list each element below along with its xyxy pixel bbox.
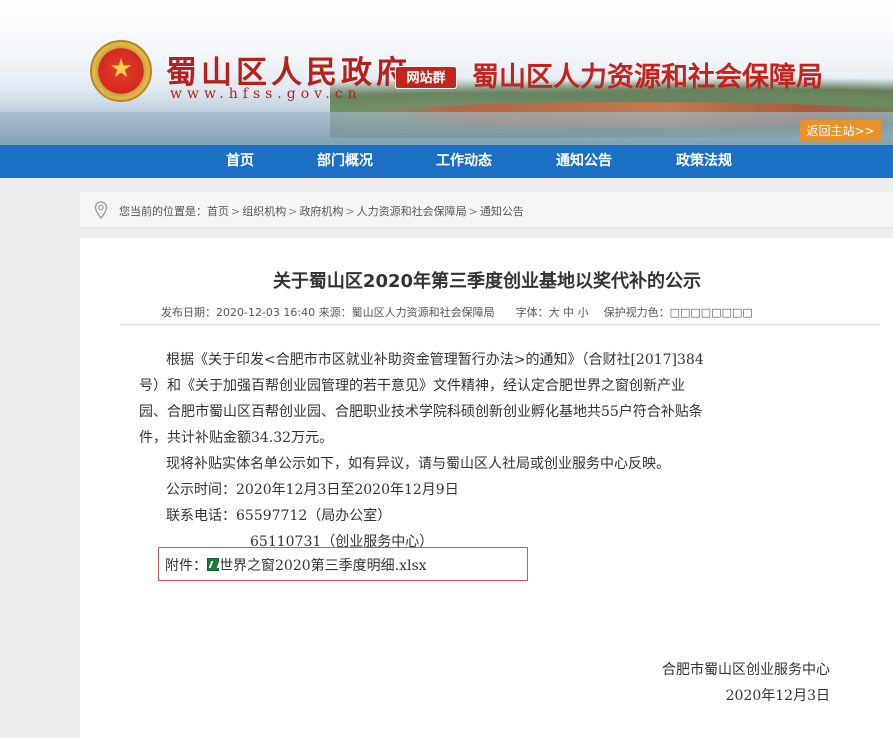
font-size-large-button[interactable]: 大 xyxy=(549,306,560,319)
nav-item-work-updates[interactable]: 工作动态 xyxy=(424,145,504,178)
source-value: 蜀山区人力资源和社会保障局 xyxy=(351,306,495,319)
breadcrumb-gov-agencies[interactable]: 政府机构 xyxy=(299,205,343,218)
breadcrumb-separator: > xyxy=(468,205,478,218)
signature-date: 2020年12月3日 xyxy=(725,688,830,704)
paragraph-line: 件，共计补贴金额34.32万元。 xyxy=(139,430,334,446)
location-pin-icon xyxy=(94,201,108,219)
nav-item-home[interactable]: 首页 xyxy=(209,145,271,178)
article-title: 关于蜀山区2020年第三季度创业基地以奖代补的公示 xyxy=(272,271,702,292)
signature-org: 合肥市蜀山区创业服务中心 xyxy=(662,662,830,678)
contact-phone-office: 联系电话：65597712（局办公室） xyxy=(166,508,392,524)
breadcrumb-hr-bureau[interactable]: 人力资源和社会保障局 xyxy=(357,205,467,218)
national-emblem-icon: ★ xyxy=(90,40,152,102)
back-to-main-site-button[interactable]: 返回主站>> xyxy=(800,120,881,142)
main-nav: 首页 部门概况 工作动态 通知公告 政策法规 xyxy=(0,145,893,178)
paragraph-line: 根据《关于印发<合肥市市区就业补助资金管理暂行办法>的通知》（合财社[2017]… xyxy=(166,352,704,368)
paragraph-line: 现将补贴实体名单公示如下，如有异议，请与蜀山区人社局或创业服务中心反映。 xyxy=(166,456,670,472)
breadcrumb-separator: > xyxy=(288,205,298,218)
font-size-small-button[interactable]: 小 xyxy=(578,306,589,319)
bureau-title: 蜀山区人力资源和社会保障局 xyxy=(472,62,823,93)
font-size-label: 字体： xyxy=(515,306,549,319)
article-panel: 关于蜀山区2020年第三季度创业基地以奖代补的公示 发布日期：2020-12-0… xyxy=(80,238,893,738)
publicity-period: 公示时间：2020年12月3日至2020年12月9日 xyxy=(166,482,459,498)
attachment-highlight: 附件： 世界之窗2020第三季度明细.xlsx xyxy=(158,547,528,581)
gov-site-url: www.hfss.gov.cn xyxy=(170,86,362,102)
source-label: 来源： xyxy=(318,306,352,319)
publish-date: 2020-12-03 16:40 xyxy=(216,306,316,319)
nav-item-notices[interactable]: 通知公告 xyxy=(544,145,624,178)
breadcrumb-separator: > xyxy=(345,205,355,218)
eye-protection-label: 保护视力色： xyxy=(603,306,670,319)
breadcrumb-notices[interactable]: 通知公告 xyxy=(480,205,524,218)
nav-item-policies[interactable]: 政策法规 xyxy=(664,145,744,178)
divider xyxy=(120,324,880,325)
excel-file-icon xyxy=(207,558,219,571)
paragraph-line: 号）和《关于加强百帮创业园管理的若干意见》文件精神，经认定合肥世界之窗创新产业 xyxy=(139,378,685,394)
breadcrumb-home[interactable]: 首页 xyxy=(207,205,229,218)
breadcrumb-organization[interactable]: 组织机构 xyxy=(242,205,286,218)
attachment-file-link[interactable]: 世界之窗2020第三季度明细.xlsx xyxy=(219,558,427,574)
publish-date-label: 发布日期： xyxy=(161,306,216,319)
banner-water xyxy=(0,112,893,145)
signature-block: 合肥市蜀山区创业服务中心 2020年12月3日 xyxy=(570,657,830,709)
paragraph-line: 园、合肥市蜀山区百帮创业园、合肥职业技术学院科硕创新创业孵化基地共55户符合补贴… xyxy=(139,404,703,420)
breadcrumb-separator: > xyxy=(231,205,241,218)
header-banner: ★ 蜀山区人民政府 www.hfss.gov.cn 网站群 蜀山区人力资源和社会… xyxy=(0,0,893,145)
font-size-medium-button[interactable]: 中 xyxy=(563,306,574,319)
breadcrumb-prefix: 您当前的位置是： xyxy=(119,205,207,218)
breadcrumb: 您当前的位置是：首页 > 组织机构 > 政府机构 > 人力资源和社会保障局 > 通知公告 xyxy=(80,192,893,228)
attachment-label: 附件： xyxy=(165,558,207,574)
article-meta: 发布日期：2020-12-03 16:40 来源：蜀山区人力资源和社会保障局 字… xyxy=(161,304,753,320)
eye-protection-color-swatches[interactable]: □□□□□□□□ xyxy=(670,306,753,319)
nav-item-department-overview[interactable]: 部门概况 xyxy=(305,145,385,178)
site-group-badge: 网站群 xyxy=(395,66,457,89)
